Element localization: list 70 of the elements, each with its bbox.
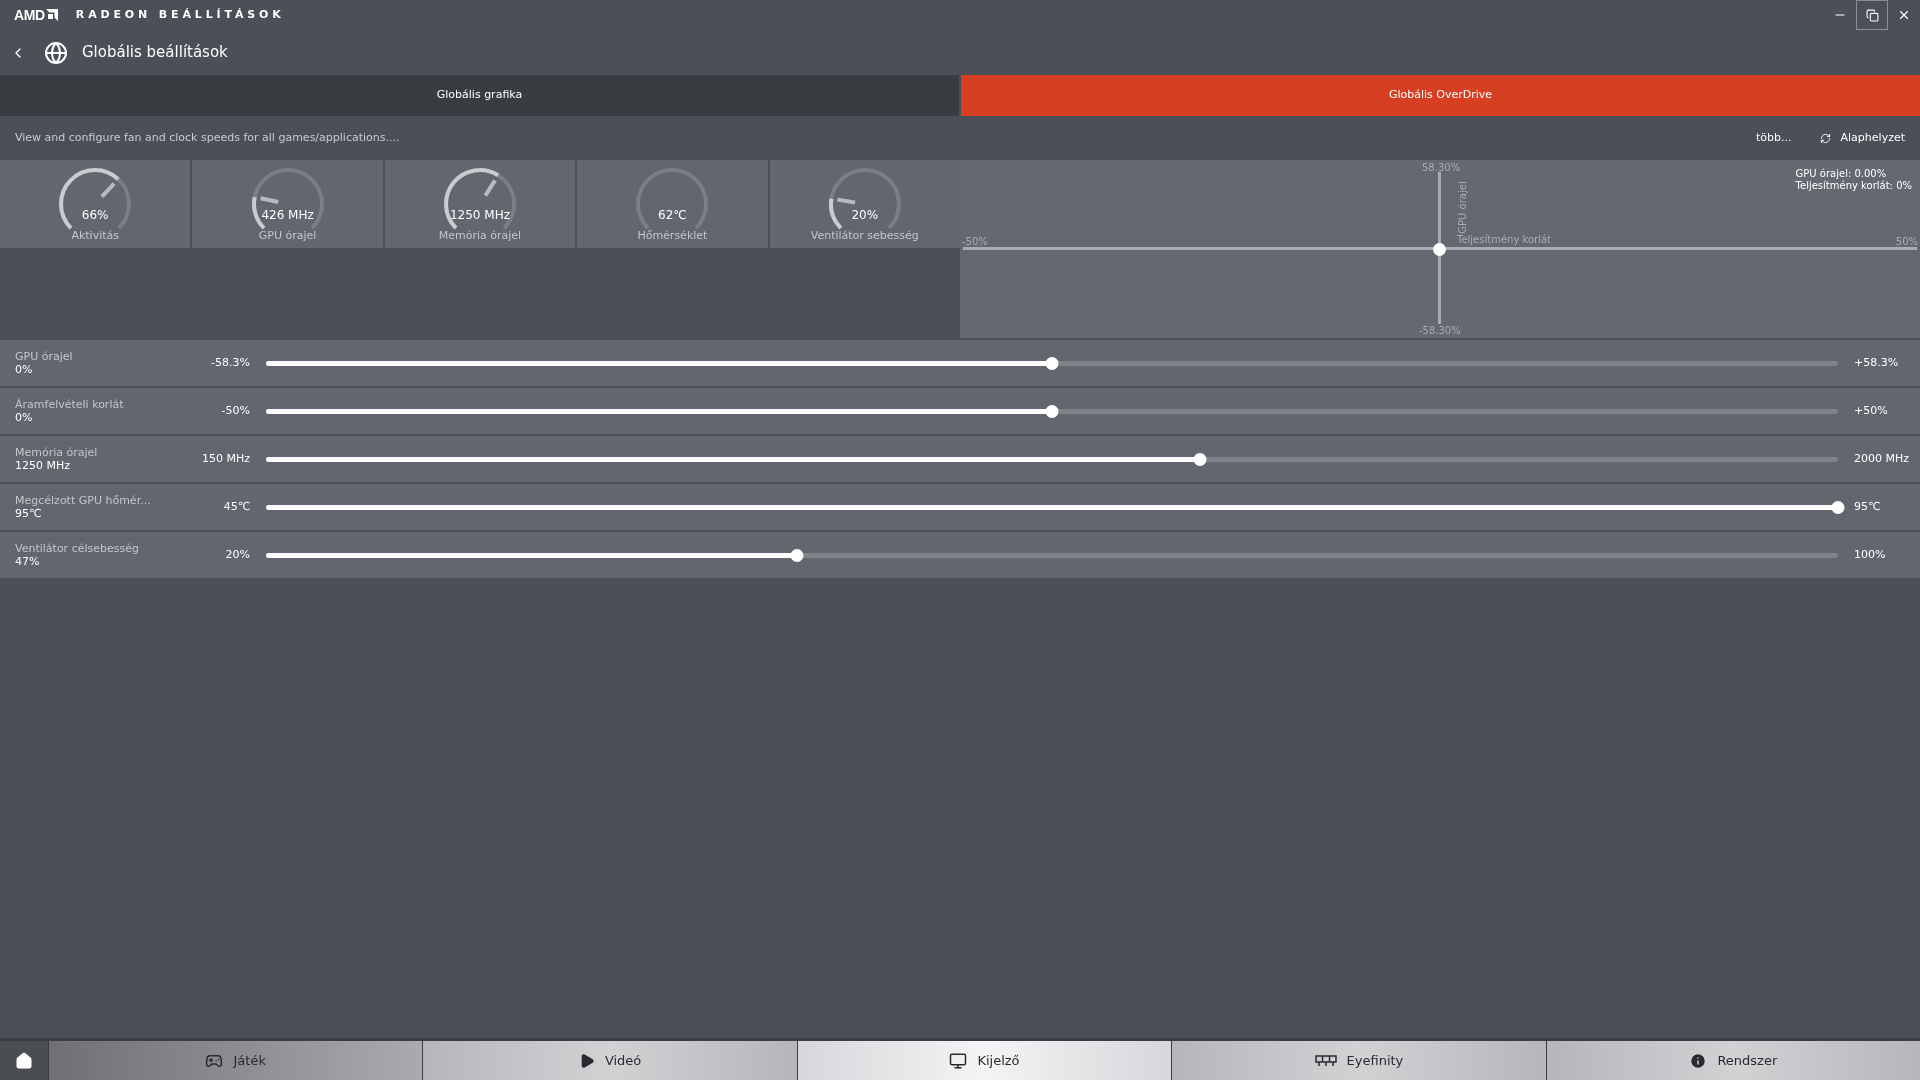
brand-logo: AMD	[14, 5, 45, 25]
globe-icon	[44, 40, 68, 65]
tab[interactable]: Globális grafika	[0, 75, 959, 116]
slider-thumb[interactable]	[1831, 500, 1845, 514]
slider-thumb[interactable]	[790, 548, 804, 562]
slider-max-label: +50%	[1854, 402, 1888, 419]
reset-button[interactable]: Alaphelyzet	[1819, 129, 1905, 147]
info-icon	[1689, 1051, 1708, 1070]
graph-handle[interactable]	[1433, 243, 1446, 256]
gauge-label: Hőmérséklet	[637, 228, 708, 244]
close-icon	[1897, 8, 1911, 22]
slider-thumb[interactable]	[1193, 452, 1207, 466]
gauge-value: 62℃	[658, 207, 687, 224]
setting-value: 0%	[15, 411, 34, 424]
restore-button[interactable]	[1856, 0, 1888, 30]
gauge-value: 20%	[851, 207, 879, 224]
graph-readout: GPU órajel: 0.00%	[1795, 168, 1887, 180]
gauge-fill	[59, 168, 120, 230]
gauge-label: Aktivitás	[71, 228, 119, 244]
setting-value: 95℃	[15, 507, 43, 520]
slider-max-label: +58.3%	[1854, 354, 1899, 371]
slider-min-label: 45℃	[222, 498, 250, 515]
slider-thumb[interactable]	[1045, 356, 1059, 370]
nav-tab[interactable]: Rendszer	[1546, 1041, 1920, 1080]
graph-readout: Teljesítmény korlát: 0%	[1795, 180, 1912, 192]
gauge-label: Memória órajel	[438, 228, 522, 244]
axis-label: Teljesítmény korlát	[1457, 233, 1551, 247]
slider-min-label: -58.3%	[210, 354, 250, 371]
setting-name: Megcélzott GPU hőmér...	[15, 494, 152, 507]
nav-tab[interactable]: Kijelző	[797, 1041, 1172, 1080]
slider-min-label: -50%	[220, 402, 250, 419]
gauge-value: 1250 MHz	[449, 207, 510, 224]
nav-tab[interactable]: Videó	[423, 1041, 797, 1080]
slider-thumb[interactable]	[1045, 404, 1059, 418]
tab[interactable]: Globális OverDrive	[961, 75, 1920, 116]
arrow-logo-icon	[45, 9, 58, 21]
description-text: View and configure fan and clock speeds for all games/applications....	[15, 129, 400, 146]
setting-name: Áramfelvételi korlát	[15, 398, 125, 411]
gauge-value: 426 MHz	[261, 207, 314, 224]
page-title: Globális beállítások	[82, 42, 228, 64]
multi-display-icon	[1314, 1054, 1337, 1067]
monitor-icon	[949, 1051, 968, 1070]
slider-max-label: 95℃	[1854, 498, 1881, 515]
setting-value: 47%	[15, 555, 41, 568]
nav-tab[interactable]: Játék	[49, 1041, 423, 1080]
gauge-label: Ventilátor sebesség	[810, 228, 919, 244]
more-link[interactable]: több...	[1756, 129, 1792, 147]
reset-icon	[1819, 132, 1831, 144]
setting-name: Memória órajel	[15, 446, 99, 459]
setting-name: GPU órajel	[15, 350, 74, 363]
axis-min-label: -58.30%	[1419, 324, 1461, 338]
setting-value: 0%	[15, 363, 34, 376]
gauge-value: 66%	[81, 207, 109, 224]
restore-icon	[1865, 8, 1879, 22]
setting-value: 1250 MHz	[15, 459, 72, 472]
axis-max-label: 58.30%	[1422, 161, 1461, 175]
window-title: RADEON BEÁLLÍTÁSOK	[75, 6, 285, 23]
axis-label: GPU órajel	[1455, 181, 1468, 234]
axis-min-label: -50%	[962, 235, 988, 249]
home-icon	[15, 1051, 33, 1070]
axis-max-label: 50%	[1895, 235, 1918, 249]
slider-max-label: 2000 MHz	[1854, 450, 1910, 467]
gauge-fill	[828, 198, 843, 230]
nav-tab[interactable]: Eyefinity	[1172, 1041, 1546, 1080]
slider-max-label: 100%	[1854, 546, 1886, 563]
slider-min-label: 20%	[224, 546, 250, 563]
slider-min-label: 150 MHz	[200, 450, 250, 467]
gauge-label: GPU órajel	[258, 228, 317, 244]
home-button[interactable]	[0, 1041, 48, 1080]
setting-name: Ventilátor célsebesség	[15, 542, 140, 555]
